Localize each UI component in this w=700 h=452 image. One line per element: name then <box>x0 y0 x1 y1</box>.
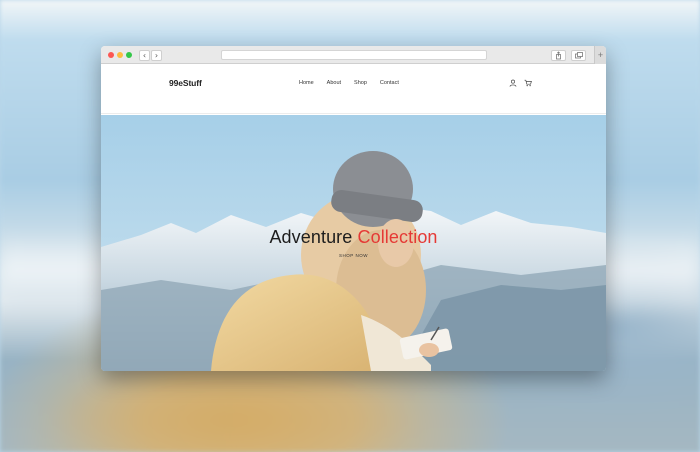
hero-title-main: Adventure <box>269 227 358 247</box>
nav-link-home[interactable]: Home <box>299 80 314 86</box>
cart-icon[interactable] <box>524 79 532 87</box>
hero-title-accent: Collection <box>357 227 438 247</box>
browser-window: ‹ › + 99eStuff Home About Shop Contact A… <box>101 46 606 371</box>
forward-button[interactable]: › <box>151 50 162 61</box>
share-icon <box>556 51 561 60</box>
nav-link-shop[interactable]: Shop <box>354 80 367 86</box>
new-tab-button[interactable]: + <box>594 46 606 64</box>
site-logo[interactable]: 99eStuff <box>169 78 202 88</box>
maximize-window-button[interactable] <box>126 52 132 58</box>
close-window-button[interactable] <box>108 52 114 58</box>
hero-banner: Adventure Collection SHOP NOW <box>101 115 606 371</box>
address-bar[interactable] <box>221 50 487 60</box>
tabs-icon <box>575 52 583 59</box>
hero-title: Adventure Collection <box>101 227 606 248</box>
browser-toolbar: ‹ › + <box>101 46 606 64</box>
nav-link-contact[interactable]: Contact <box>380 80 399 86</box>
site-header: 99eStuff Home About Shop Contact <box>101 64 606 114</box>
share-button[interactable] <box>551 50 566 61</box>
nav-link-about[interactable]: About <box>327 80 341 86</box>
user-icon[interactable] <box>509 79 517 87</box>
shop-now-link[interactable]: SHOP NOW <box>101 253 606 258</box>
minimize-window-button[interactable] <box>117 52 123 58</box>
back-button[interactable]: ‹ <box>139 50 150 61</box>
tabs-button[interactable] <box>571 50 586 61</box>
main-nav: Home About Shop Contact <box>299 80 399 86</box>
